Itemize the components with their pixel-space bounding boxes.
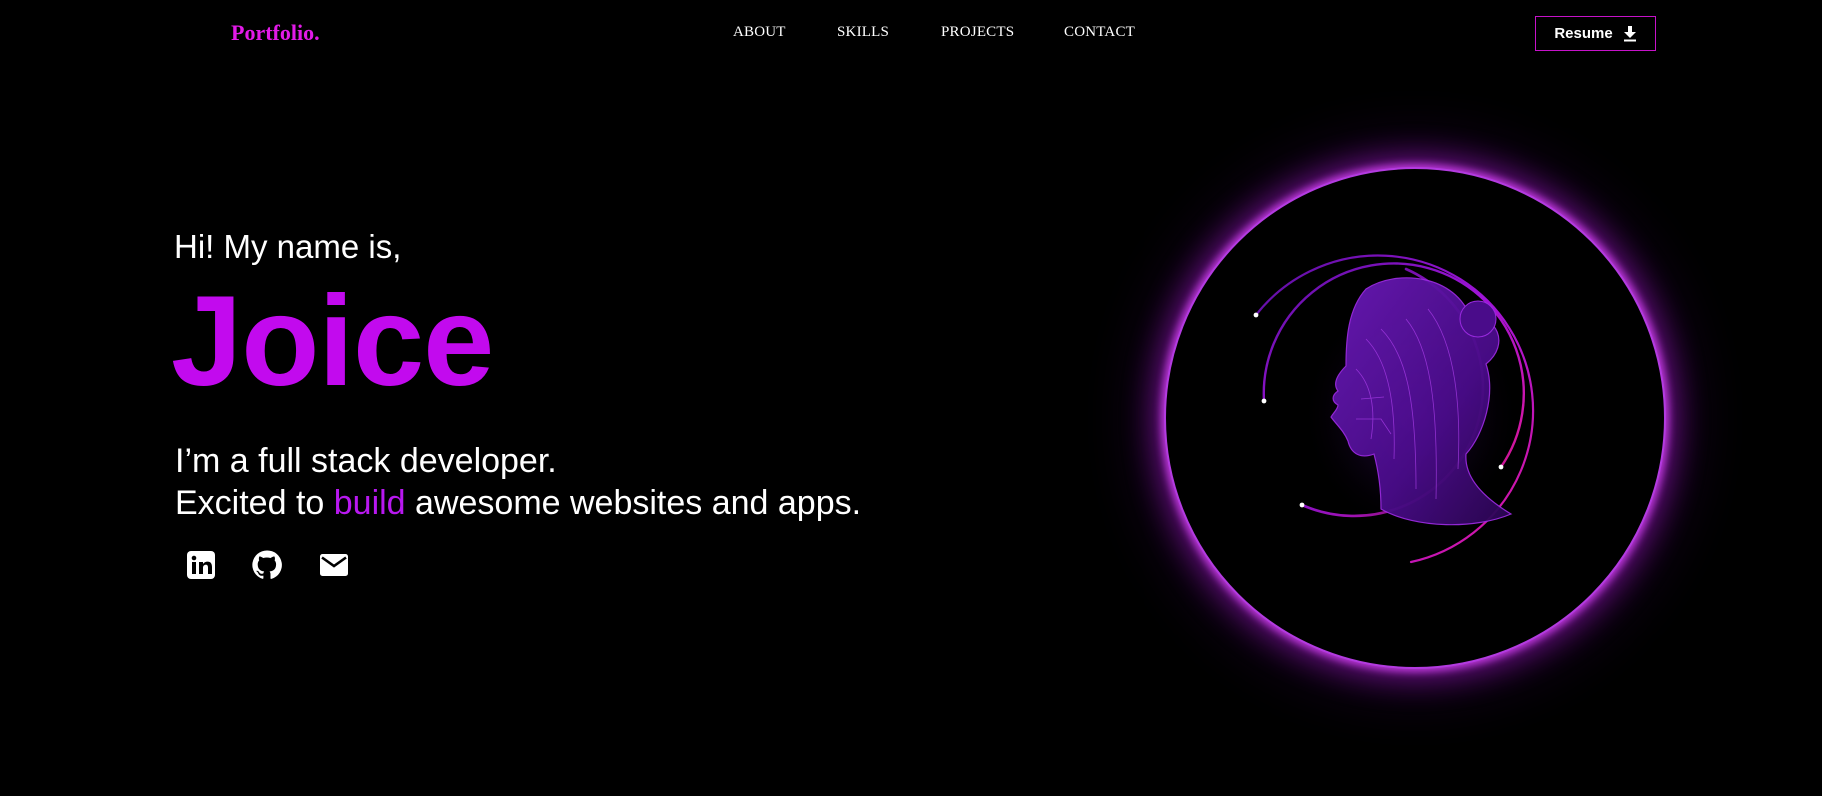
- greeting: Hi! My name is,: [174, 228, 402, 265]
- portrait-illustration: [1253, 254, 1535, 564]
- resume-button[interactable]: Resume: [1535, 16, 1656, 51]
- page: Portfolio. ABOUT SKILLS PROJECTS CONTACT…: [0, 0, 1822, 796]
- hero-name: Joice: [171, 270, 494, 413]
- nav-link-projects[interactable]: PROJECTS: [941, 24, 1014, 41]
- tagline: I’m a full stack developer. Excited to b…: [175, 440, 861, 524]
- tagline-line-2-post: awesome websites and apps.: [405, 484, 862, 522]
- github-icon[interactable]: [250, 548, 284, 582]
- nav-link-skills[interactable]: SKILLS: [837, 24, 889, 41]
- resume-button-label: Resume: [1554, 25, 1613, 42]
- tagline-line-2: Excited to build awesome websites and ap…: [175, 482, 861, 524]
- tagline-accent-word: build: [333, 484, 406, 522]
- linkedin-icon[interactable]: [184, 548, 218, 582]
- tagline-line-2-pre: Excited to: [175, 484, 334, 522]
- nav-link-contact[interactable]: CONTACT: [1064, 24, 1135, 41]
- portrait-circle: [1164, 167, 1666, 669]
- download-icon: [1623, 25, 1636, 41]
- mail-icon[interactable]: [317, 548, 351, 582]
- tagline-line-1: I’m a full stack developer.: [175, 442, 557, 480]
- nav-link-about[interactable]: ABOUT: [733, 24, 786, 41]
